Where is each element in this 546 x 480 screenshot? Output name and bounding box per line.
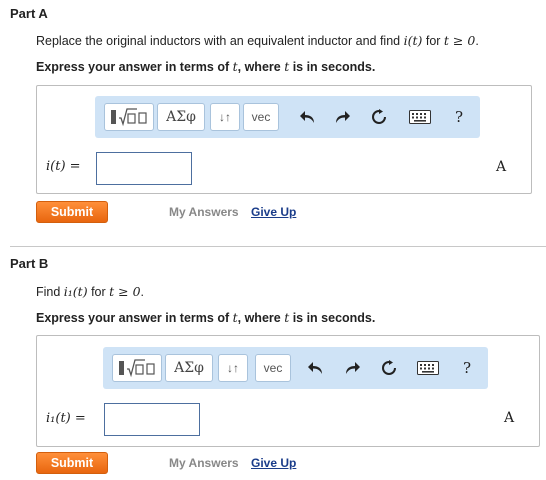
- arrows-button[interactable]: ↓↑: [218, 354, 248, 382]
- reset-icon: [372, 109, 386, 124]
- reset-button[interactable]: [380, 360, 398, 376]
- redo-button[interactable]: [343, 360, 361, 376]
- part-b-input-label: i₁(t) =: [46, 411, 86, 426]
- reset-button[interactable]: [370, 109, 388, 125]
- part-a-answer-input[interactable]: [96, 152, 192, 185]
- part-a-express-mid: , where: [237, 60, 285, 74]
- part-b-instruction-text: Find: [36, 285, 64, 299]
- vec-button[interactable]: vec: [255, 354, 291, 382]
- part-b-express-end: is in seconds.: [289, 311, 376, 325]
- part-a-instruction: Replace the original inductors with an e…: [36, 33, 479, 48]
- part-b-toolbar: ΑΣφ ↓↑ vec ?: [103, 347, 488, 389]
- part-b-instruction-end: .: [140, 285, 145, 299]
- redo-icon: [336, 111, 350, 123]
- part-b-instruction-math-1: i₁(t): [63, 284, 88, 299]
- part-b-express: Express your answer in terms of t, where…: [36, 310, 375, 325]
- part-a-express-end: is in seconds.: [289, 60, 376, 74]
- part-a-instruction-end: .: [475, 34, 479, 48]
- greek-button[interactable]: ΑΣφ: [165, 354, 213, 382]
- part-b-instruction-math-2: t ≥ 0: [109, 284, 141, 299]
- greek-button[interactable]: ΑΣφ: [157, 103, 205, 131]
- part-a-toolbar: ΑΣφ ↓↑ vec ?: [95, 96, 480, 138]
- part-a-submit-button[interactable]: Submit: [36, 201, 108, 223]
- keyboard-icon: [409, 110, 431, 124]
- undo-button[interactable]: [299, 109, 317, 125]
- templates-icon: [119, 359, 155, 378]
- undo-button[interactable]: [307, 360, 325, 376]
- templates-button[interactable]: [104, 103, 154, 131]
- undo-icon: [308, 362, 322, 374]
- keyboard-button[interactable]: [409, 109, 431, 125]
- part-a-instruction-math-1: i(t): [403, 33, 423, 48]
- part-b-give-up-link[interactable]: Give Up: [251, 456, 296, 470]
- part-a-instruction-mid: for: [422, 34, 444, 48]
- help-button[interactable]: ?: [458, 359, 476, 377]
- part-b-submit-button[interactable]: Submit: [36, 452, 108, 474]
- keyboard-button[interactable]: [417, 360, 439, 376]
- keyboard-icon: [417, 361, 439, 375]
- part-a-unit: A: [496, 159, 507, 175]
- redo-button[interactable]: [333, 109, 351, 125]
- part-a-instruction-math-2: t ≥ 0: [443, 33, 476, 48]
- reset-icon: [382, 360, 396, 375]
- redo-icon: [346, 362, 360, 374]
- templates-icon: [111, 108, 147, 127]
- part-a-my-answers-link[interactable]: My Answers: [169, 205, 239, 219]
- part-a-express: Express your answer in terms of t, where…: [36, 59, 375, 74]
- part-b-instruction: Find i₁(t) for t ≥ 0.: [36, 284, 144, 299]
- part-b-my-answers-link[interactable]: My Answers: [169, 456, 239, 470]
- undo-icon: [300, 111, 314, 123]
- part-a-give-up-link[interactable]: Give Up: [251, 205, 296, 219]
- part-b-express-pre: Express your answer in terms of: [36, 311, 233, 325]
- part-b-instruction-mid: for: [87, 285, 110, 299]
- part-a-instruction-text: Replace the original inductors with an e…: [36, 34, 404, 48]
- part-b-unit: A: [504, 410, 515, 426]
- part-b-express-mid: , where: [237, 311, 285, 325]
- vec-button[interactable]: vec: [243, 103, 279, 131]
- section-divider: [10, 246, 546, 247]
- part-a-express-pre: Express your answer in terms of: [36, 60, 233, 74]
- part-a-input-label: i(t) =: [46, 159, 81, 174]
- part-b-title: Part B: [10, 256, 49, 271]
- templates-button[interactable]: [112, 354, 162, 382]
- part-b-answer-input[interactable]: [104, 403, 200, 436]
- part-a-title: Part A: [10, 6, 48, 21]
- help-button[interactable]: ?: [450, 108, 468, 126]
- arrows-button[interactable]: ↓↑: [210, 103, 240, 131]
